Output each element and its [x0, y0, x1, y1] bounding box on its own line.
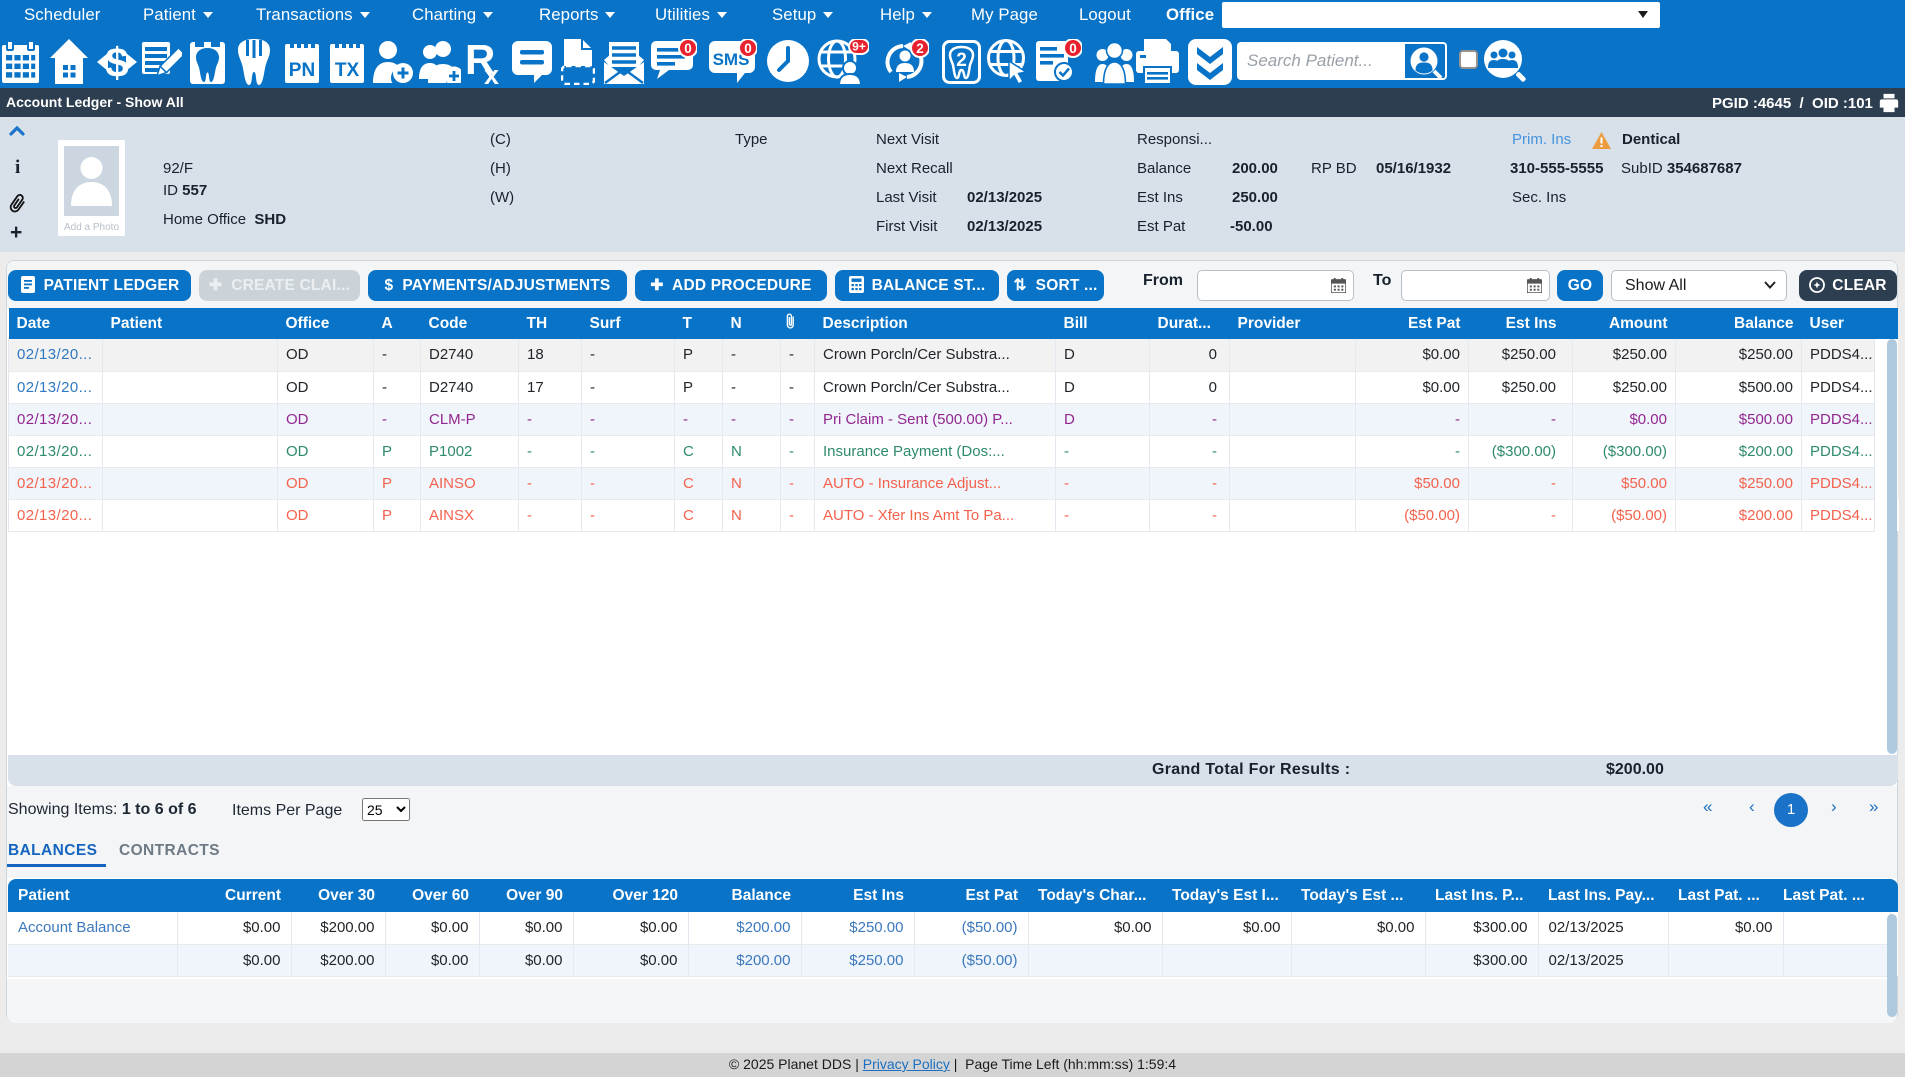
svg-text:0: 0	[744, 41, 752, 56]
svg-text:9+: 9+	[852, 40, 866, 54]
svg-text:0: 0	[1069, 41, 1077, 56]
svg-text:x: x	[484, 60, 499, 84]
svg-text:2: 2	[956, 50, 967, 71]
svg-text:2: 2	[916, 41, 924, 56]
svg-text:0: 0	[684, 41, 692, 56]
svg-text:$: $	[105, 40, 128, 84]
svg-text:TX: TX	[335, 60, 360, 81]
svg-text:PN: PN	[289, 60, 315, 81]
